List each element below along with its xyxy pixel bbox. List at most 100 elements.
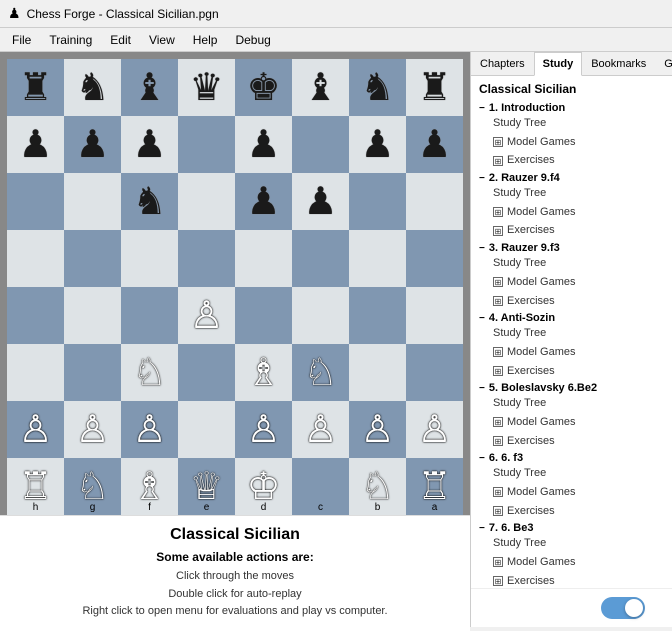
- sub-item-4-1[interactable]: ⊞Model Games: [493, 413, 672, 432]
- sub-item-2-2[interactable]: ⊞Exercises: [493, 292, 672, 311]
- sub-item-1-1[interactable]: ⊞Model Games: [493, 203, 672, 222]
- sub-item-0-0[interactable]: Study Tree: [493, 114, 672, 133]
- square-a2[interactable]: ♙: [406, 401, 463, 458]
- square-d2[interactable]: ♙: [235, 401, 292, 458]
- square-a5[interactable]: [406, 230, 463, 287]
- square-d5[interactable]: [235, 230, 292, 287]
- square-e8[interactable]: ♛: [178, 59, 235, 116]
- square-e2[interactable]: [178, 401, 235, 458]
- sub-item-0-2[interactable]: ⊞Exercises: [493, 151, 672, 170]
- square-f3[interactable]: ♘: [121, 344, 178, 401]
- chapter-title-1[interactable]: 2. Rauzer 9.f4: [479, 172, 672, 184]
- chapter-content[interactable]: Classical Sicilian 1. IntroductionStudy …: [471, 76, 672, 588]
- sub-item-2-1[interactable]: ⊞Model Games: [493, 273, 672, 292]
- square-h8[interactable]: ♜: [7, 59, 64, 116]
- square-f5[interactable]: [121, 230, 178, 287]
- square-c5[interactable]: [292, 230, 349, 287]
- sub-item-5-2[interactable]: ⊞Exercises: [493, 502, 672, 521]
- file-labels: h g f e d c b a: [7, 499, 463, 515]
- sub-item-4-2[interactable]: ⊞Exercises: [493, 432, 672, 451]
- square-a8[interactable]: ♜: [406, 59, 463, 116]
- square-b8[interactable]: ♞: [349, 59, 406, 116]
- sub-item-4-0[interactable]: Study Tree: [493, 394, 672, 413]
- toggle-switch[interactable]: [601, 597, 645, 619]
- menu-item-file[interactable]: File: [4, 31, 39, 49]
- chapter-title-3[interactable]: 4. Anti-Sozin: [479, 312, 672, 324]
- tab-bookmarks[interactable]: Bookmarks: [582, 52, 655, 75]
- sub-item-3-2[interactable]: ⊞Exercises: [493, 362, 672, 381]
- square-f4[interactable]: [121, 287, 178, 344]
- sub-item-2-0[interactable]: Study Tree: [493, 254, 672, 273]
- menu-item-edit[interactable]: Edit: [102, 31, 139, 49]
- sub-item-5-0[interactable]: Study Tree: [493, 464, 672, 483]
- square-f2[interactable]: ♙: [121, 401, 178, 458]
- square-d4[interactable]: [235, 287, 292, 344]
- square-g3[interactable]: [64, 344, 121, 401]
- chapter-title-6[interactable]: 7. 6. Be3: [479, 522, 672, 534]
- square-b7[interactable]: ♟: [349, 116, 406, 173]
- sub-item-6-2[interactable]: ⊞Exercises: [493, 572, 672, 588]
- square-b6[interactable]: [349, 173, 406, 230]
- square-g7[interactable]: ♟: [64, 116, 121, 173]
- square-g6[interactable]: [64, 173, 121, 230]
- sub-item-3-1[interactable]: ⊞Model Games: [493, 343, 672, 362]
- square-d6[interactable]: ♟: [235, 173, 292, 230]
- square-e6[interactable]: [178, 173, 235, 230]
- square-f8[interactable]: ♝: [121, 59, 178, 116]
- square-e4[interactable]: ♙: [178, 287, 235, 344]
- board-container[interactable]: ♜ ♞ ♝ ♛ ♚ ♝ ♞ ♜ ♟ ♟ ♟ ♟ ♟ ♟: [0, 52, 470, 515]
- square-f6[interactable]: ♞: [121, 173, 178, 230]
- chapter-title-2[interactable]: 3. Rauzer 9.f3: [479, 242, 672, 254]
- sub-item-1-2[interactable]: ⊞Exercises: [493, 221, 672, 240]
- square-d3[interactable]: ♗: [235, 344, 292, 401]
- menu-item-debug[interactable]: Debug: [227, 31, 278, 49]
- square-h2[interactable]: ♙: [7, 401, 64, 458]
- chapter-title-5[interactable]: 6. 6. f3: [479, 452, 672, 464]
- square-g2[interactable]: ♙: [64, 401, 121, 458]
- chapter-title-4[interactable]: 5. Boleslavsky 6.Be2: [479, 382, 672, 394]
- sub-item-6-0[interactable]: Study Tree: [493, 534, 672, 553]
- square-h3[interactable]: [7, 344, 64, 401]
- square-e3[interactable]: [178, 344, 235, 401]
- menu-item-view[interactable]: View: [141, 31, 183, 49]
- menu-item-help[interactable]: Help: [185, 31, 226, 49]
- square-c7[interactable]: [292, 116, 349, 173]
- menu-bar: FileTrainingEditViewHelpDebug: [0, 28, 672, 52]
- square-c6[interactable]: ♟: [292, 173, 349, 230]
- sub-item-5-1[interactable]: ⊞Model Games: [493, 483, 672, 502]
- square-c4[interactable]: [292, 287, 349, 344]
- chess-board[interactable]: ♜ ♞ ♝ ♛ ♚ ♝ ♞ ♜ ♟ ♟ ♟ ♟ ♟ ♟: [7, 59, 463, 515]
- square-a3[interactable]: [406, 344, 463, 401]
- square-c2[interactable]: ♙: [292, 401, 349, 458]
- square-b4[interactable]: [349, 287, 406, 344]
- square-h4[interactable]: [7, 287, 64, 344]
- sub-item-3-0[interactable]: Study Tree: [493, 324, 672, 343]
- square-h5[interactable]: [7, 230, 64, 287]
- square-g4[interactable]: [64, 287, 121, 344]
- square-a4[interactable]: [406, 287, 463, 344]
- square-c8[interactable]: ♝: [292, 59, 349, 116]
- square-b5[interactable]: [349, 230, 406, 287]
- square-h7[interactable]: ♟: [7, 116, 64, 173]
- square-e5[interactable]: [178, 230, 235, 287]
- square-g8[interactable]: ♞: [64, 59, 121, 116]
- square-a7[interactable]: ♟: [406, 116, 463, 173]
- square-d8[interactable]: ♚: [235, 59, 292, 116]
- chapter-title-0[interactable]: 1. Introduction: [479, 102, 672, 114]
- square-b2[interactable]: ♙: [349, 401, 406, 458]
- square-a6[interactable]: [406, 173, 463, 230]
- tab-games[interactable]: Games: [655, 52, 672, 75]
- sub-item-0-1[interactable]: ⊞Model Games: [493, 133, 672, 152]
- square-c3[interactable]: ♘: [292, 344, 349, 401]
- square-h6[interactable]: [7, 173, 64, 230]
- square-e7[interactable]: [178, 116, 235, 173]
- square-f7[interactable]: ♟: [121, 116, 178, 173]
- square-b3[interactable]: [349, 344, 406, 401]
- menu-item-training[interactable]: Training: [41, 31, 100, 49]
- square-d7[interactable]: ♟: [235, 116, 292, 173]
- sub-item-1-0[interactable]: Study Tree: [493, 184, 672, 203]
- sub-item-6-1[interactable]: ⊞Model Games: [493, 553, 672, 572]
- tab-study[interactable]: Study: [534, 52, 583, 76]
- tab-chapters[interactable]: Chapters: [471, 52, 534, 75]
- square-g5[interactable]: [64, 230, 121, 287]
